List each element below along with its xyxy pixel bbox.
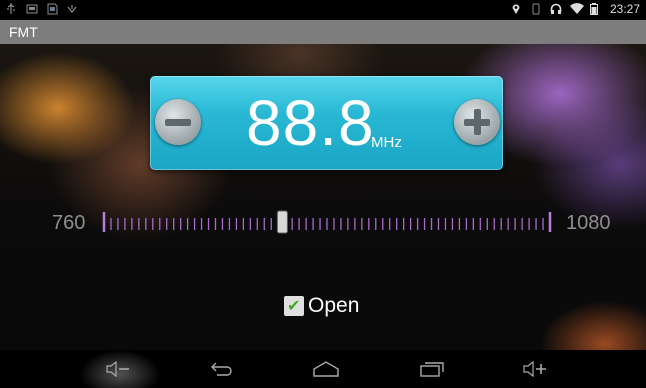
app-title: FMT [9,24,38,40]
usb-icon [6,3,16,15]
frequency-value: 88.8 [246,87,375,159]
volume-down-icon [106,361,129,377]
scale-min-label: 760 [52,212,86,234]
volume-up-icon [523,361,546,377]
back-button[interactable] [192,350,252,388]
open-label: Open [308,294,360,317]
recents-icon [420,362,444,377]
open-checkbox[interactable]: ✔ [284,296,304,316]
navigation-bar [0,350,646,388]
tuner-screen: 88.8 MHz 760 1080 ✔ Open [0,44,646,350]
frequency-slider[interactable] [102,210,552,234]
screenshot-icon [26,3,38,15]
open-option[interactable]: ✔ Open [284,294,359,318]
frequency-panel: 88.8 MHz [150,76,503,170]
frequency-increase-button[interactable] [454,99,500,145]
recents-button[interactable] [402,350,462,388]
status-left-icons [6,3,77,15]
battery-icon [589,3,602,15]
frequency-decrease-button[interactable] [155,99,201,145]
location-icon [510,3,522,15]
status-time: 23:27 [609,2,640,16]
vibrate-icon [530,3,542,15]
sd-icon [46,3,58,15]
checkmark-icon: ✔ [287,296,301,315]
back-icon [211,362,232,376]
android-debug-icon [66,3,77,15]
status-right-icons: 23:27 [510,2,640,16]
scale-max-label: 1080 [566,212,611,234]
frequency-unit: MHz [371,134,402,151]
app-title-bar: FMT [0,20,646,44]
wifi-icon [569,3,584,15]
headphones-icon [550,3,562,15]
home-icon [313,361,339,377]
volume-down-button[interactable] [88,350,148,388]
slider-thumb[interactable] [276,210,288,234]
minus-icon [165,119,191,126]
volume-up-button[interactable] [505,350,565,388]
status-bar: 23:27 [0,0,646,20]
home-button[interactable] [296,350,356,388]
